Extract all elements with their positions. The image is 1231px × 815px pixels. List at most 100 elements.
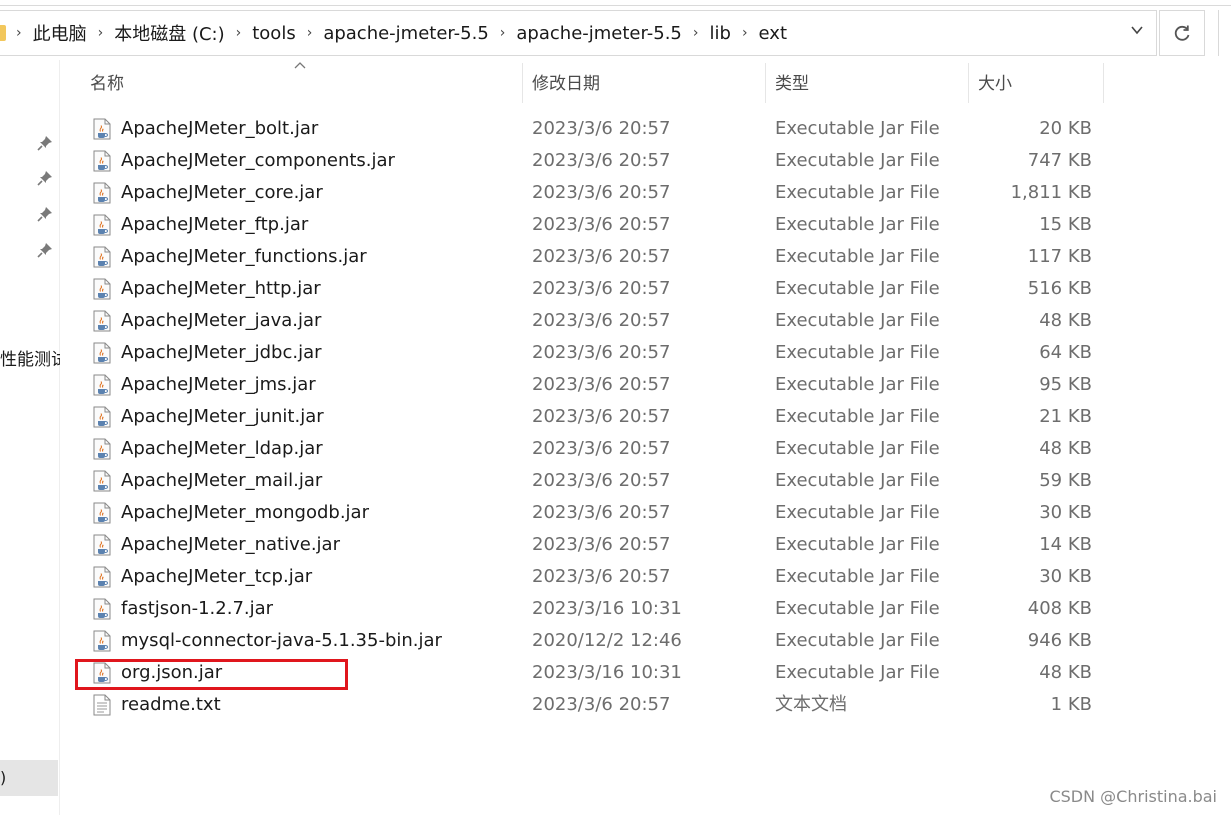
breadcrumb-lib[interactable]: lib <box>710 23 731 44</box>
file-size: 95 KB <box>1039 374 1092 395</box>
chevron-right-icon[interactable]: › <box>307 25 313 41</box>
file-modified-date: 2023/3/6 20:57 <box>532 374 671 395</box>
file-row[interactable]: ApacheJMeter_native.jar 2023/3/6 20:57 Exe… <box>82 529 1112 561</box>
watermark: CSDN @Christina.bai <box>1049 787 1217 806</box>
file-row[interactable]: ApacheJMeter_functions.jar 2023/3/6 20:57… <box>82 241 1112 273</box>
breadcrumb-ext[interactable]: ext <box>759 23 787 44</box>
file-row[interactable]: readme.txt 2023/3/6 20:57 文本文档 1 KB <box>82 689 1112 721</box>
chevron-down-icon[interactable] <box>1130 23 1144 37</box>
file-type: Executable Jar File <box>775 342 940 363</box>
file-name: ApacheJMeter_bolt.jar <box>121 118 319 139</box>
jar-file-icon <box>91 630 113 652</box>
file-row[interactable]: ApacheJMeter_java.jar 2023/3/6 20:57 Execu… <box>82 305 1112 337</box>
file-type: Executable Jar File <box>775 182 940 203</box>
file-row[interactable]: ApacheJMeter_components.jar 2023/3/6 20:5… <box>82 145 1112 177</box>
file-name: ApacheJMeter_junit.jar <box>121 406 324 427</box>
file-modified-date: 2023/3/6 20:57 <box>532 118 671 139</box>
file-name: ApacheJMeter_http.jar <box>121 278 321 299</box>
file-type: Executable Jar File <box>775 662 940 683</box>
file-row[interactable]: ApacheJMeter_mail.jar 2023/3/6 20:57 Execu… <box>82 465 1112 497</box>
column-header-name[interactable]: 名称 <box>82 63 522 103</box>
chevron-right-icon[interactable]: › <box>742 25 748 41</box>
column-header-date[interactable]: 修改日期 <box>523 63 765 103</box>
jar-file-icon <box>91 182 113 204</box>
jar-file-icon <box>91 342 113 364</box>
file-row[interactable]: org.json.jar 2023/3/16 10:31 Executable Ja… <box>82 657 1112 689</box>
chevron-right-icon[interactable]: › <box>16 25 22 41</box>
jar-file-icon <box>91 470 113 492</box>
file-size: 21 KB <box>1039 406 1092 427</box>
file-size: 14 KB <box>1039 534 1092 555</box>
pin-icon[interactable] <box>37 170 53 186</box>
breadcrumb-this-pc[interactable]: 此电脑 <box>33 20 87 46</box>
refresh-button[interactable] <box>1159 10 1205 56</box>
file-row[interactable]: ApacheJMeter_jdbc.jar 2023/3/6 20:57 Execu… <box>82 337 1112 369</box>
file-row[interactable]: ApacheJMeter_ldap.jar 2023/3/6 20:57 Execu… <box>82 433 1112 465</box>
refresh-icon <box>1174 25 1190 41</box>
pin-icon[interactable] <box>37 206 53 222</box>
file-name: readme.txt <box>121 694 221 715</box>
text-file-icon <box>91 694 113 716</box>
chevron-right-icon[interactable]: › <box>500 25 506 41</box>
file-row[interactable]: ApacheJMeter_core.jar 2023/3/6 20:57 Execu… <box>82 177 1112 209</box>
file-modified-date: 2023/3/6 20:57 <box>532 694 671 715</box>
chevron-right-icon[interactable]: › <box>98 25 104 41</box>
file-name: ApacheJMeter_tcp.jar <box>121 566 313 587</box>
file-type: Executable Jar File <box>775 150 940 171</box>
jar-file-icon <box>91 534 113 556</box>
file-modified-date: 2023/3/6 20:57 <box>532 214 671 235</box>
file-row[interactable]: ApacheJMeter_mongodb.jar 2023/3/6 20:57 Ex… <box>82 497 1112 529</box>
address-bar[interactable]: › 此电脑 › 本地磁盘 (C:) › tools › apache-jmete… <box>0 10 1157 56</box>
file-size: 946 KB <box>1027 630 1092 651</box>
search-box[interactable] <box>1218 10 1231 56</box>
file-row[interactable]: ApacheJMeter_bolt.jar 2023/3/6 20:57 Execu… <box>82 113 1112 145</box>
file-modified-date: 2020/12/2 12:46 <box>532 630 682 651</box>
file-row[interactable]: ApacheJMeter_http.jar 2023/3/6 20:57 Execu… <box>82 273 1112 305</box>
breadcrumb-local-disk[interactable]: 本地磁盘 (C:) <box>114 20 224 46</box>
column-header-size[interactable]: 大小 <box>969 63 1103 103</box>
file-size: 48 KB <box>1039 662 1092 683</box>
file-modified-date: 2023/3/6 20:57 <box>532 534 671 555</box>
file-size: 117 KB <box>1027 246 1092 267</box>
file-row[interactable]: ApacheJMeter_junit.jar 2023/3/6 20:57 Exec… <box>82 401 1112 433</box>
jar-file-icon <box>91 662 113 684</box>
column-header-type[interactable]: 类型 <box>766 63 968 103</box>
jar-file-icon <box>91 246 113 268</box>
file-type: Executable Jar File <box>775 310 940 331</box>
pin-icon[interactable] <box>37 135 53 151</box>
file-modified-date: 2023/3/6 20:57 <box>532 310 671 331</box>
file-modified-date: 2023/3/6 20:57 <box>532 182 671 203</box>
file-row[interactable]: ApacheJMeter_jms.jar 2023/3/6 20:57 Execut… <box>82 369 1112 401</box>
file-type: Executable Jar File <box>775 246 940 267</box>
file-modified-date: 2023/3/6 20:57 <box>532 278 671 299</box>
file-name: ApacheJMeter_mongodb.jar <box>121 502 369 523</box>
nav-item-perf-test[interactable]: 性能测试 <box>0 345 60 370</box>
file-modified-date: 2023/3/6 20:57 <box>532 470 671 491</box>
breadcrumb-jmeter-outer[interactable]: apache-jmeter-5.5 <box>323 23 488 44</box>
file-size: 48 KB <box>1039 310 1092 331</box>
folder-icon <box>0 25 6 41</box>
file-row[interactable]: mysql-connector-java-5.1.35-bin.jar 2020/… <box>82 625 1112 657</box>
file-name: ApacheJMeter_jms.jar <box>121 374 316 395</box>
file-size: 30 KB <box>1039 502 1092 523</box>
file-modified-date: 2023/3/6 20:57 <box>532 246 671 267</box>
nav-item-selected[interactable]: ) <box>0 760 58 796</box>
pin-icon[interactable] <box>37 242 53 258</box>
jar-file-icon <box>91 598 113 620</box>
file-modified-date: 2023/3/6 20:57 <box>532 438 671 459</box>
file-row[interactable]: ApacheJMeter_tcp.jar 2023/3/6 20:57 Execut… <box>82 561 1112 593</box>
chevron-right-icon[interactable]: › <box>236 25 242 41</box>
file-type: Executable Jar File <box>775 598 940 619</box>
chevron-right-icon[interactable]: › <box>693 25 699 41</box>
file-row[interactable]: ApacheJMeter_ftp.jar 2023/3/6 20:57 Execut… <box>82 209 1112 241</box>
jar-file-icon <box>91 438 113 460</box>
file-name: ApacheJMeter_jdbc.jar <box>121 342 322 363</box>
file-name: ApacheJMeter_java.jar <box>121 310 322 331</box>
file-type: Executable Jar File <box>775 214 940 235</box>
column-divider[interactable] <box>1103 63 1104 103</box>
window-top-border <box>0 5 1231 6</box>
file-row[interactable]: fastjson-1.2.7.jar 2023/3/16 10:31 Executa… <box>82 593 1112 625</box>
breadcrumb-tools[interactable]: tools <box>252 23 295 44</box>
breadcrumb-jmeter-inner[interactable]: apache-jmeter-5.5 <box>516 23 681 44</box>
jar-file-icon <box>91 118 113 140</box>
